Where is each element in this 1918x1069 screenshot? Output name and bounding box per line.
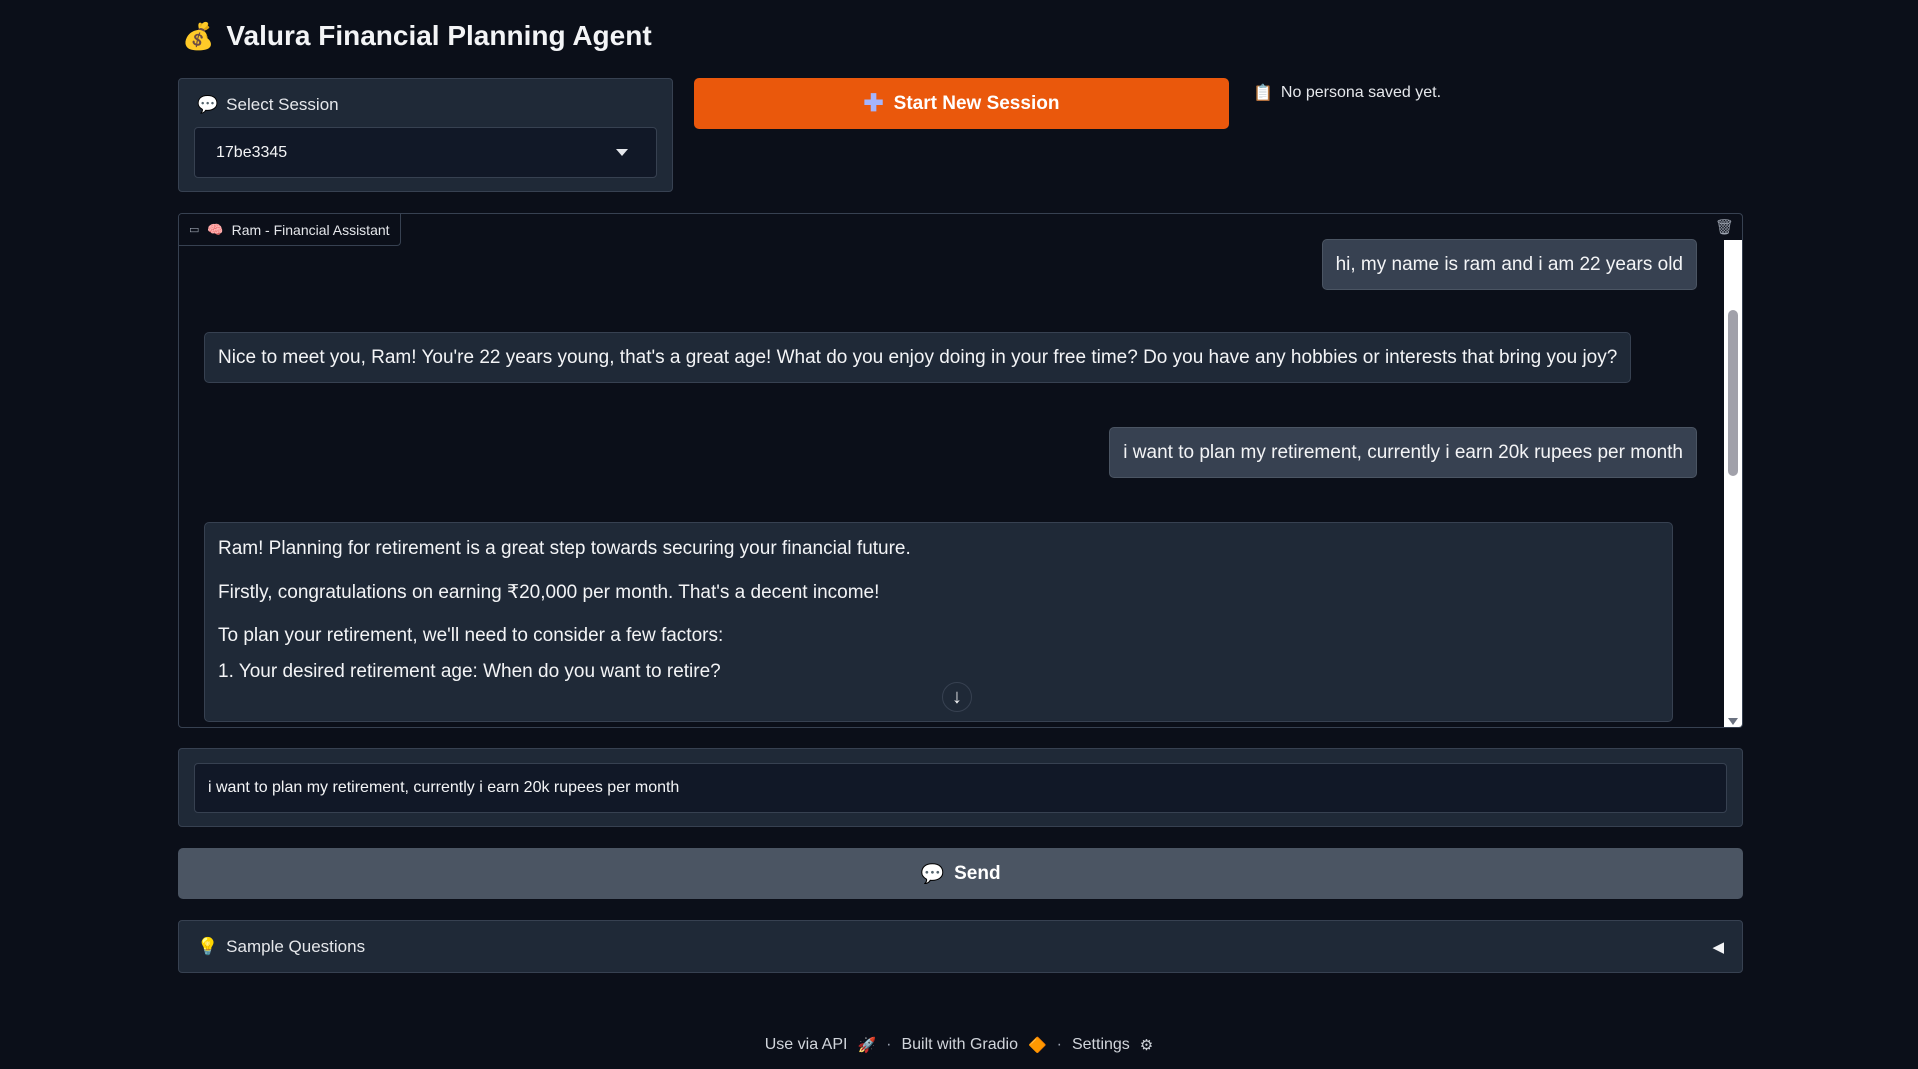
plus-icon: ✚ [863,90,884,117]
chevron-down-icon [616,149,628,156]
send-button-label: Send [954,862,1001,884]
send-button[interactable]: 💬 Send [178,848,1743,899]
brain-icon: 🧠 [207,221,224,237]
session-selector-panel: 💬 Select Session 17be3345 [178,78,673,192]
scrollbar-thumb[interactable] [1728,310,1738,476]
session-label-text: Select Session [226,95,339,114]
money-bag-icon: 💰 [182,20,215,51]
footer-separator: · [886,1036,892,1053]
message-input[interactable] [194,763,1727,813]
footer-separator: · [1056,1036,1062,1053]
assistant-message-line: Ram! Planning for retirement is a great … [218,538,911,559]
user-message: hi, my name is ram and i am 22 years old [1321,239,1697,290]
gradio-logo-icon: 🔶 [1027,1037,1047,1054]
message-input-panel [178,748,1743,827]
expand-triangle-icon[interactable]: ◀ [1712,938,1724,956]
user-message-text: i want to plan my retirement, currently … [1123,441,1683,463]
chat-scrollbar[interactable] [1724,240,1742,727]
assistant-message: Ram! Planning for retirement is a great … [204,522,1673,722]
start-new-session-label: Start New Session [893,92,1060,114]
sample-questions-label: Sample Questions [226,936,366,956]
user-message-text: hi, my name is ram and i am 22 years old [1335,253,1683,275]
page-title-text: Valura Financial Planning Agent [226,20,652,51]
assistant-message: Nice to meet you, Ram! You're 22 years y… [204,332,1632,383]
speech-bubble-icon: 💬 [197,95,219,114]
chatbot-label-text: Ram - Financial Assistant [231,221,390,238]
chat-icon: ▭ [189,224,200,236]
scroll-to-bottom-button[interactable]: ↓ [942,682,972,712]
persona-status-text: No persona saved yet. [1280,84,1442,101]
page-title: 💰 Valura Financial Planning Agent [182,20,652,52]
rocket-icon: 🚀 [857,1037,877,1054]
clipboard-icon: 📋 [1253,85,1273,102]
use-via-api-link[interactable]: Use via API [765,1036,848,1054]
built-with-gradio-link[interactable]: Built with Gradio [901,1036,1018,1054]
user-message: i want to plan my retirement, currently … [1109,427,1697,478]
chatbot-panel[interactable]: ▭ 🧠 Ram - Financial Assistant 🗑 hi, my n… [178,213,1743,728]
sample-questions-accordion[interactable]: 💡 Sample Questions ◀ [178,920,1743,973]
session-label: 💬 Select Session [197,95,339,115]
session-dropdown[interactable]: 17be3345 [194,127,657,178]
session-dropdown-value: 17be3345 [216,143,288,161]
assistant-message-line: Firstly, congratulations on earning ₹20,… [218,581,880,603]
footer: Use via API 🚀 · Built with Gradio 🔶 · Se… [0,1036,1918,1054]
lightbulb-icon: 💡 [197,936,219,956]
assistant-message-line: To plan your retirement, we'll need to c… [218,625,724,647]
gear-icon: ⚙ [1139,1037,1154,1054]
chatbot-label: ▭ 🧠 Ram - Financial Assistant [179,214,401,246]
persona-status: 📋 No persona saved yet. [1253,83,1441,103]
settings-link[interactable]: Settings [1072,1036,1130,1054]
scroll-down-arrow-icon[interactable] [1728,718,1738,725]
assistant-message-line: 1. Your desired retirement age: When do … [218,660,721,682]
assistant-message-text: Nice to meet you, Ram! You're 22 years y… [218,346,1618,368]
speech-bubble-icon: 💬 [920,863,945,885]
clear-chat-trash-icon[interactable]: 🗑 [1715,218,1734,236]
start-new-session-button[interactable]: ✚ Start New Session [694,78,1229,129]
